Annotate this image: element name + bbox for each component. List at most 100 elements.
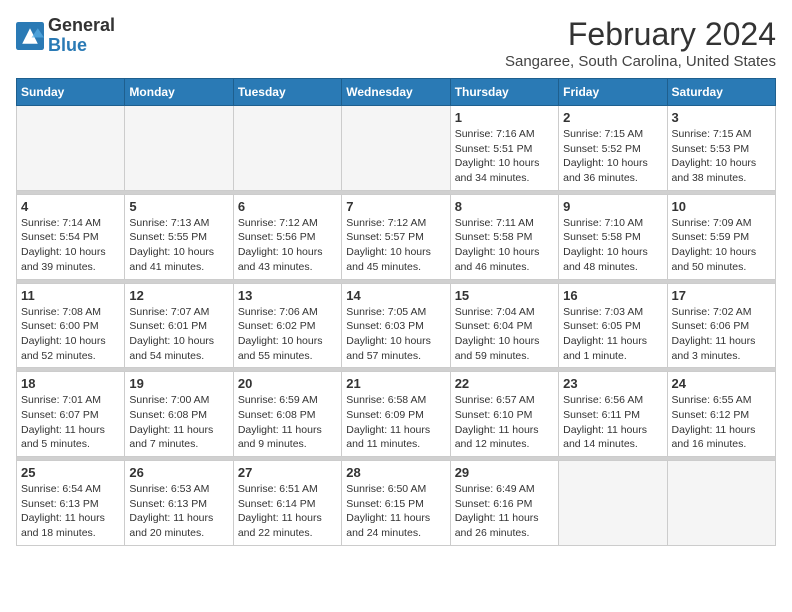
calendar-cell: 29 Sunrise: 6:49 AM Sunset: 6:16 PM Dayli… bbox=[450, 461, 558, 546]
logo-general: General bbox=[48, 15, 115, 35]
calendar-cell: 27 Sunrise: 6:51 AM Sunset: 6:14 PM Dayli… bbox=[233, 461, 341, 546]
calendar-cell: 9 Sunrise: 7:10 AM Sunset: 5:58 PM Daylig… bbox=[559, 194, 667, 279]
day-info: Sunrise: 7:03 AM Sunset: 6:05 PM Dayligh… bbox=[563, 305, 662, 364]
day-info: Sunrise: 7:12 AM Sunset: 5:57 PM Dayligh… bbox=[346, 216, 445, 275]
day-number: 12 bbox=[129, 288, 228, 303]
day-number: 9 bbox=[563, 199, 662, 214]
day-number: 8 bbox=[455, 199, 554, 214]
day-number: 14 bbox=[346, 288, 445, 303]
calendar-week-row: 11Sunrise: 7:08 AM Sunset: 6:00 PM Dayli… bbox=[17, 283, 776, 368]
calendar-cell: 3 Sunrise: 7:15 AM Sunset: 5:53 PM Daylig… bbox=[667, 106, 775, 191]
logo: General Blue bbox=[16, 16, 115, 56]
day-info: Sunrise: 6:59 AM Sunset: 6:08 PM Dayligh… bbox=[238, 393, 337, 452]
day-info: Sunrise: 7:14 AM Sunset: 5:54 PM Dayligh… bbox=[21, 216, 120, 275]
calendar-cell: 6Sunrise: 7:12 AM Sunset: 5:56 PM Daylig… bbox=[233, 194, 341, 279]
calendar-cell: 8Sunrise: 7:11 AM Sunset: 5:58 PM Daylig… bbox=[450, 194, 558, 279]
calendar-cell: 15 Sunrise: 7:04 AM Sunset: 6:04 PM Dayli… bbox=[450, 283, 558, 368]
title-area: February 2024 Sangaree, South Carolina, … bbox=[505, 16, 776, 70]
weekday-header-sunday: Sunday bbox=[17, 79, 125, 106]
day-info: Sunrise: 7:16 AM Sunset: 5:51 PM Dayligh… bbox=[455, 127, 554, 186]
day-number: 28 bbox=[346, 465, 445, 480]
day-number: 22 bbox=[455, 376, 554, 391]
calendar-cell: 24 Sunrise: 6:55 AM Sunset: 6:12 PM Dayli… bbox=[667, 372, 775, 457]
calendar-week-row: 18Sunrise: 7:01 AM Sunset: 6:07 PM Dayli… bbox=[17, 372, 776, 457]
day-number: 19 bbox=[129, 376, 228, 391]
calendar-week-row: 1 Sunrise: 7:16 AM Sunset: 5:51 PM Daylig… bbox=[17, 106, 776, 191]
calendar-cell: 21 Sunrise: 6:58 AM Sunset: 6:09 PM Dayli… bbox=[342, 372, 450, 457]
day-info: Sunrise: 7:13 AM Sunset: 5:55 PM Dayligh… bbox=[129, 216, 228, 275]
day-info: Sunrise: 7:05 AM Sunset: 6:03 PM Dayligh… bbox=[346, 305, 445, 364]
day-info: Sunrise: 6:51 AM Sunset: 6:14 PM Dayligh… bbox=[238, 482, 337, 541]
day-number: 11 bbox=[21, 288, 120, 303]
weekday-header-friday: Friday bbox=[559, 79, 667, 106]
day-info: Sunrise: 7:07 AM Sunset: 6:01 PM Dayligh… bbox=[129, 305, 228, 364]
day-info: Sunrise: 6:55 AM Sunset: 6:12 PM Dayligh… bbox=[672, 393, 771, 452]
day-number: 26 bbox=[129, 465, 228, 480]
weekday-header-monday: Monday bbox=[125, 79, 233, 106]
calendar-cell: 23 Sunrise: 6:56 AM Sunset: 6:11 PM Dayli… bbox=[559, 372, 667, 457]
calendar-cell: 2Sunrise: 7:15 AM Sunset: 5:52 PM Daylig… bbox=[559, 106, 667, 191]
day-info: Sunrise: 6:50 AM Sunset: 6:15 PM Dayligh… bbox=[346, 482, 445, 541]
calendar-week-row: 25Sunrise: 6:54 AM Sunset: 6:13 PM Dayli… bbox=[17, 461, 776, 546]
day-info: Sunrise: 6:58 AM Sunset: 6:09 PM Dayligh… bbox=[346, 393, 445, 452]
day-info: Sunrise: 7:04 AM Sunset: 6:04 PM Dayligh… bbox=[455, 305, 554, 364]
calendar-cell: 1 Sunrise: 7:16 AM Sunset: 5:51 PM Daylig… bbox=[450, 106, 558, 191]
day-info: Sunrise: 7:09 AM Sunset: 5:59 PM Dayligh… bbox=[672, 216, 771, 275]
day-number: 5 bbox=[129, 199, 228, 214]
day-info: Sunrise: 7:02 AM Sunset: 6:06 PM Dayligh… bbox=[672, 305, 771, 364]
calendar-cell: 14 Sunrise: 7:05 AM Sunset: 6:03 PM Dayli… bbox=[342, 283, 450, 368]
day-number: 17 bbox=[672, 288, 771, 303]
calendar-cell: 17 Sunrise: 7:02 AM Sunset: 6:06 PM Dayli… bbox=[667, 283, 775, 368]
day-number: 27 bbox=[238, 465, 337, 480]
day-info: Sunrise: 6:53 AM Sunset: 6:13 PM Dayligh… bbox=[129, 482, 228, 541]
day-info: Sunrise: 7:12 AM Sunset: 5:56 PM Dayligh… bbox=[238, 216, 337, 275]
day-number: 13 bbox=[238, 288, 337, 303]
day-number: 20 bbox=[238, 376, 337, 391]
calendar-cell: 13 Sunrise: 7:06 AM Sunset: 6:02 PM Dayli… bbox=[233, 283, 341, 368]
calendar-cell: 16 Sunrise: 7:03 AM Sunset: 6:05 PM Dayli… bbox=[559, 283, 667, 368]
day-number: 3 bbox=[672, 110, 771, 125]
day-info: Sunrise: 7:06 AM Sunset: 6:02 PM Dayligh… bbox=[238, 305, 337, 364]
calendar-cell: 28 Sunrise: 6:50 AM Sunset: 6:15 PM Dayli… bbox=[342, 461, 450, 546]
day-number: 23 bbox=[563, 376, 662, 391]
day-number: 7 bbox=[346, 199, 445, 214]
day-number: 18 bbox=[21, 376, 120, 391]
day-info: Sunrise: 7:15 AM Sunset: 5:53 PM Dayligh… bbox=[672, 127, 771, 186]
day-number: 24 bbox=[672, 376, 771, 391]
day-number: 29 bbox=[455, 465, 554, 480]
month-title: February 2024 bbox=[505, 16, 776, 53]
calendar-cell: 18Sunrise: 7:01 AM Sunset: 6:07 PM Dayli… bbox=[17, 372, 125, 457]
weekday-header-saturday: Saturday bbox=[667, 79, 775, 106]
day-info: Sunrise: 6:49 AM Sunset: 6:16 PM Dayligh… bbox=[455, 482, 554, 541]
calendar-cell: 20 Sunrise: 6:59 AM Sunset: 6:08 PM Dayli… bbox=[233, 372, 341, 457]
calendar: SundayMondayTuesdayWednesdayThursdayFrid… bbox=[16, 78, 776, 546]
calendar-cell bbox=[342, 106, 450, 191]
calendar-cell bbox=[125, 106, 233, 191]
calendar-cell: 7 Sunrise: 7:12 AM Sunset: 5:57 PM Daylig… bbox=[342, 194, 450, 279]
day-number: 10 bbox=[672, 199, 771, 214]
day-info: Sunrise: 7:10 AM Sunset: 5:58 PM Dayligh… bbox=[563, 216, 662, 275]
calendar-cell: 12 Sunrise: 7:07 AM Sunset: 6:01 PM Dayli… bbox=[125, 283, 233, 368]
day-number: 1 bbox=[455, 110, 554, 125]
calendar-cell: 22 Sunrise: 6:57 AM Sunset: 6:10 PM Dayli… bbox=[450, 372, 558, 457]
location-title: Sangaree, South Carolina, United States bbox=[505, 53, 776, 70]
calendar-cell bbox=[233, 106, 341, 191]
day-info: Sunrise: 6:54 AM Sunset: 6:13 PM Dayligh… bbox=[21, 482, 120, 541]
calendar-cell: 11Sunrise: 7:08 AM Sunset: 6:00 PM Dayli… bbox=[17, 283, 125, 368]
calendar-week-row: 4Sunrise: 7:14 AM Sunset: 5:54 PM Daylig… bbox=[17, 194, 776, 279]
calendar-cell: 25Sunrise: 6:54 AM Sunset: 6:13 PM Dayli… bbox=[17, 461, 125, 546]
calendar-cell: 4Sunrise: 7:14 AM Sunset: 5:54 PM Daylig… bbox=[17, 194, 125, 279]
day-number: 15 bbox=[455, 288, 554, 303]
calendar-cell: 26 Sunrise: 6:53 AM Sunset: 6:13 PM Dayli… bbox=[125, 461, 233, 546]
weekday-header-wednesday: Wednesday bbox=[342, 79, 450, 106]
day-number: 16 bbox=[563, 288, 662, 303]
day-info: Sunrise: 6:56 AM Sunset: 6:11 PM Dayligh… bbox=[563, 393, 662, 452]
day-info: Sunrise: 7:15 AM Sunset: 5:52 PM Dayligh… bbox=[563, 127, 662, 186]
calendar-cell: 5 Sunrise: 7:13 AM Sunset: 5:55 PM Daylig… bbox=[125, 194, 233, 279]
weekday-header-row: SundayMondayTuesdayWednesdayThursdayFrid… bbox=[17, 79, 776, 106]
calendar-cell: 10 Sunrise: 7:09 AM Sunset: 5:59 PM Dayli… bbox=[667, 194, 775, 279]
day-number: 21 bbox=[346, 376, 445, 391]
calendar-cell bbox=[17, 106, 125, 191]
day-info: Sunrise: 6:57 AM Sunset: 6:10 PM Dayligh… bbox=[455, 393, 554, 452]
weekday-header-thursday: Thursday bbox=[450, 79, 558, 106]
